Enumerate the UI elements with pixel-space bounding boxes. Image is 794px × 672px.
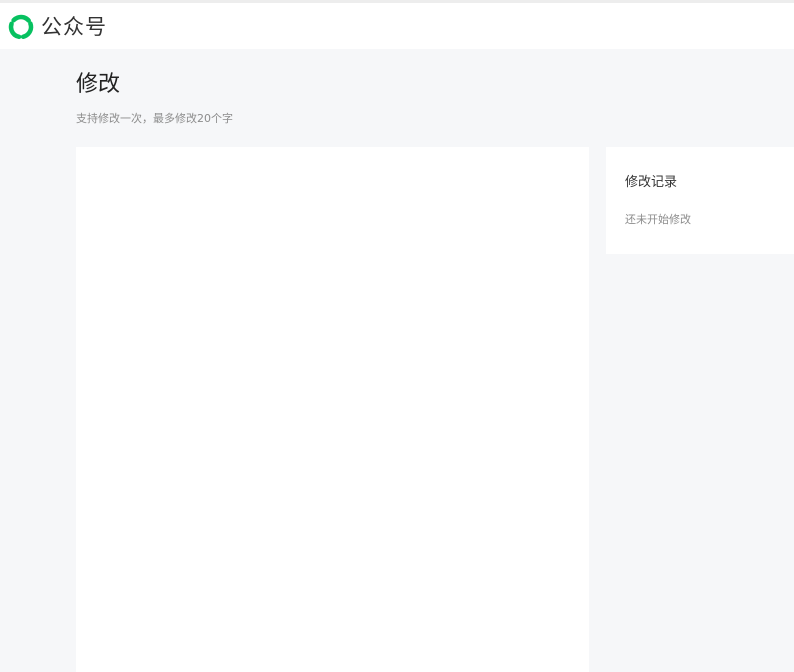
edit-history-panel: 修改记录 还未开始修改	[606, 147, 794, 254]
page-title: 修改	[76, 72, 121, 97]
editor-panel[interactable]	[76, 147, 589, 672]
wechat-mp-logo-icon[interactable]	[7, 13, 35, 41]
top-header: 公众号	[0, 3, 794, 49]
edit-history-title: 修改记录	[625, 175, 678, 190]
edit-history-empty-text: 还未开始修改	[625, 213, 691, 226]
brand-name[interactable]: 公众号	[41, 13, 107, 41]
page-subtitle: 支持修改一次，最多修改20个字	[76, 112, 233, 125]
